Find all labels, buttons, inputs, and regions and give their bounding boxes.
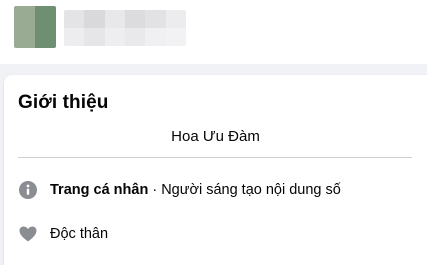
intro-item-relationship: Độc thân [18, 223, 108, 245]
intro-bio: Hoa Ưu Đàm [171, 128, 260, 145]
info-icon [18, 180, 38, 200]
intro-card: Giới thiệu Hoa Ưu Đàm Trang cá nhân · Ng… [4, 75, 427, 265]
intro-item-value: Người sáng tạo nội dung số [161, 182, 341, 198]
avatar[interactable] [14, 6, 56, 48]
intro-item-page: Trang cá nhân · Người sáng tạo nội dung … [18, 179, 341, 201]
separator: · [148, 182, 162, 198]
blurred-profile-name [64, 10, 186, 46]
intro-title: Giới thiệu [18, 92, 109, 113]
divider [18, 157, 412, 158]
intro-item-label: Độc thân [50, 226, 109, 242]
profile-header [0, 0, 427, 64]
intro-item-label[interactable]: Trang cá nhân [50, 182, 148, 198]
heart-icon [18, 224, 38, 244]
